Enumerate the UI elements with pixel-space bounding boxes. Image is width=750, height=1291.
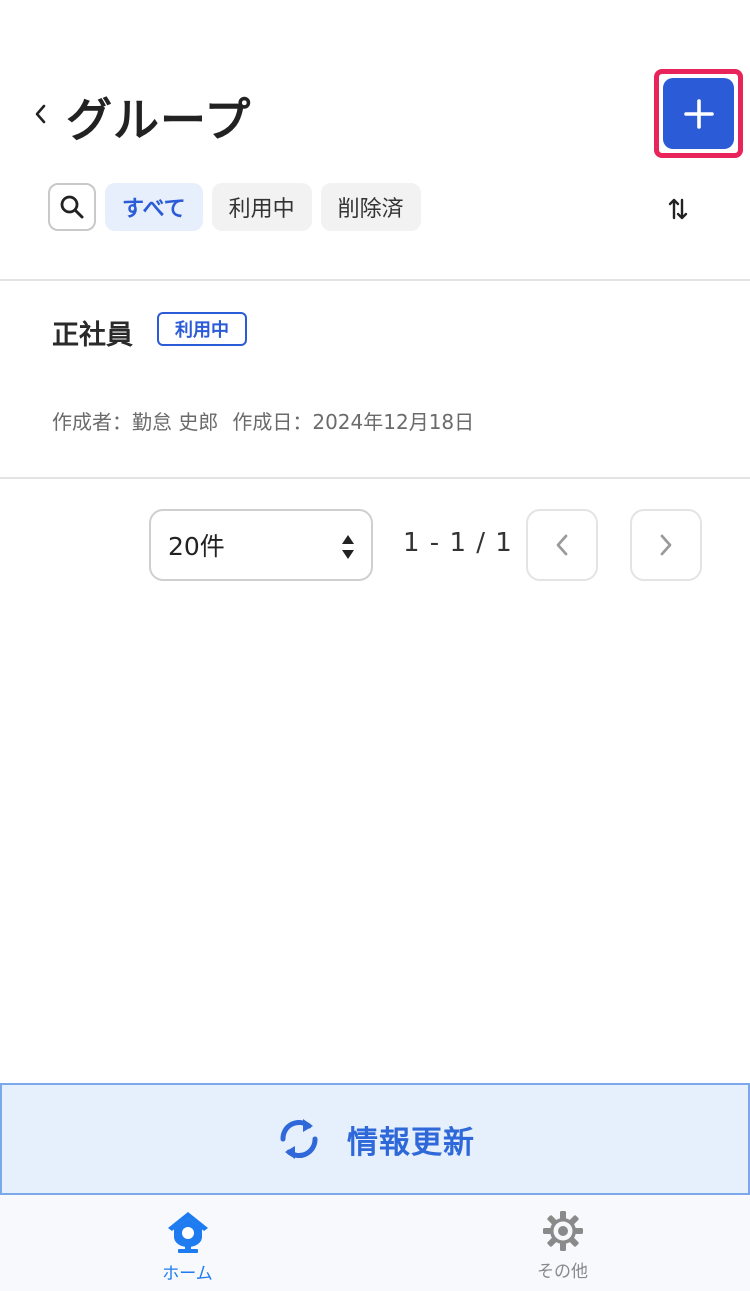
filter-bar: すべて 利用中 削除済: [48, 183, 421, 231]
filter-chip-deleted[interactable]: 削除済: [320, 183, 421, 231]
refresh-label: 情報更新: [347, 1124, 475, 1161]
per-page-select[interactable]: 20件: [149, 509, 373, 581]
created-date-text: 作成日：2024年12月18日: [232, 410, 475, 434]
page-range: 1 - 1 / 1: [403, 528, 513, 558]
chevron-right-icon: [660, 534, 672, 556]
back-button[interactable]: [22, 96, 58, 132]
next-page-button[interactable]: [630, 509, 702, 581]
divider: [0, 477, 750, 479]
gear-icon: [542, 1211, 583, 1251]
creator-text: 作成者：勤怠 史郎: [52, 410, 219, 434]
add-group-button[interactable]: [663, 78, 734, 149]
sort-button[interactable]: [658, 189, 698, 229]
search-icon: [60, 195, 84, 219]
item-meta: 作成者：勤怠 史郎 作成日：2024年12月18日: [52, 406, 474, 435]
tab-home[interactable]: ホーム: [0, 1195, 375, 1291]
search-button[interactable]: [48, 183, 96, 231]
tab-home-label: ホーム: [162, 1264, 213, 1284]
chevron-left-icon: [35, 104, 46, 124]
select-arrows-icon: [342, 535, 354, 559]
refresh-icon: [280, 1119, 318, 1159]
home-icon: [167, 1212, 208, 1253]
prev-page-button[interactable]: [526, 509, 598, 581]
filter-chip-all[interactable]: すべて: [105, 183, 203, 231]
tab-other-label: その他: [537, 1262, 588, 1282]
divider: [0, 279, 750, 281]
tab-bar: ホーム その他: [0, 1195, 750, 1291]
tab-other[interactable]: その他: [375, 1195, 750, 1291]
filter-chip-active[interactable]: 利用中: [211, 183, 312, 231]
group-list-page: グループ すべて 利用中 削除済 正社員 利用中 作成者：勤怠 史郎 作成日：2…: [0, 0, 750, 1291]
sort-arrows-icon: [668, 198, 688, 220]
page-title: グループ: [66, 93, 252, 147]
group-name: 正社員: [52, 320, 133, 351]
list-item[interactable]: 正社員 利用中 作成者：勤怠 史郎 作成日：2024年12月18日: [0, 282, 750, 477]
plus-icon: [683, 98, 714, 129]
status-badge: 利用中: [157, 312, 247, 346]
chevron-left-icon: [556, 534, 568, 556]
refresh-button[interactable]: 情報更新: [0, 1083, 750, 1195]
header: グループ: [0, 0, 750, 170]
per-page-value: 20件: [168, 532, 225, 561]
